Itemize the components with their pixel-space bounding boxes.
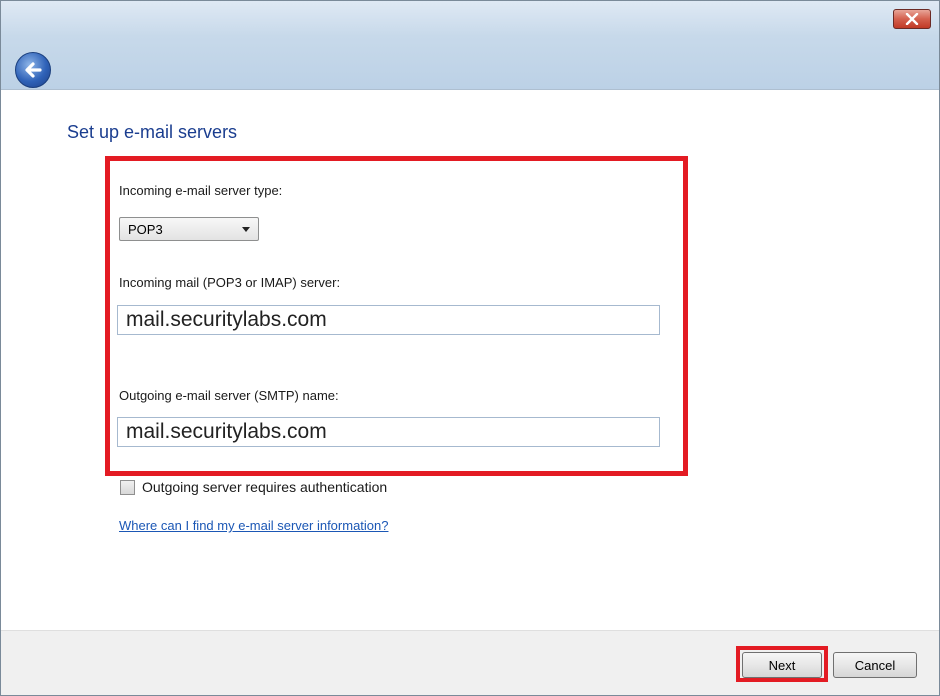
back-arrow-icon — [25, 62, 42, 78]
auth-checkbox-row[interactable]: Outgoing server requires authentication — [120, 479, 387, 495]
incoming-type-select[interactable]: POP3 — [119, 217, 259, 241]
cancel-button[interactable]: Cancel — [833, 652, 917, 678]
chevron-down-icon — [242, 227, 250, 232]
button-bar: Next Cancel — [1, 630, 939, 695]
next-button[interactable]: Next — [742, 652, 822, 678]
dialog-window: Set up e-mail servers Incoming e-mail se… — [0, 0, 940, 696]
incoming-server-input[interactable]: mail.securitylabs.com — [117, 305, 660, 335]
outgoing-server-input[interactable]: mail.securitylabs.com — [117, 417, 660, 447]
incoming-type-value: POP3 — [128, 222, 163, 237]
page-title: Set up e-mail servers — [67, 122, 238, 142]
incoming-type-label: Incoming e-mail server type: — [119, 183, 283, 198]
close-icon — [905, 13, 919, 25]
outgoing-server-label: Outgoing e-mail server (SMTP) name: — [119, 388, 339, 403]
title-bar — [1, 1, 939, 90]
close-button[interactable] — [893, 9, 931, 29]
main-content: Set up e-mail servers Incoming e-mail se… — [1, 90, 939, 630]
incoming-server-label: Incoming mail (POP3 or IMAP) server: — [119, 275, 341, 290]
back-button[interactable] — [15, 52, 51, 88]
auth-checkbox[interactable] — [120, 479, 135, 495]
auth-checkbox-label: Outgoing server requires authentication — [142, 479, 388, 495]
server-info-help-link[interactable]: Where can I find my e-mail server inform… — [119, 518, 388, 533]
